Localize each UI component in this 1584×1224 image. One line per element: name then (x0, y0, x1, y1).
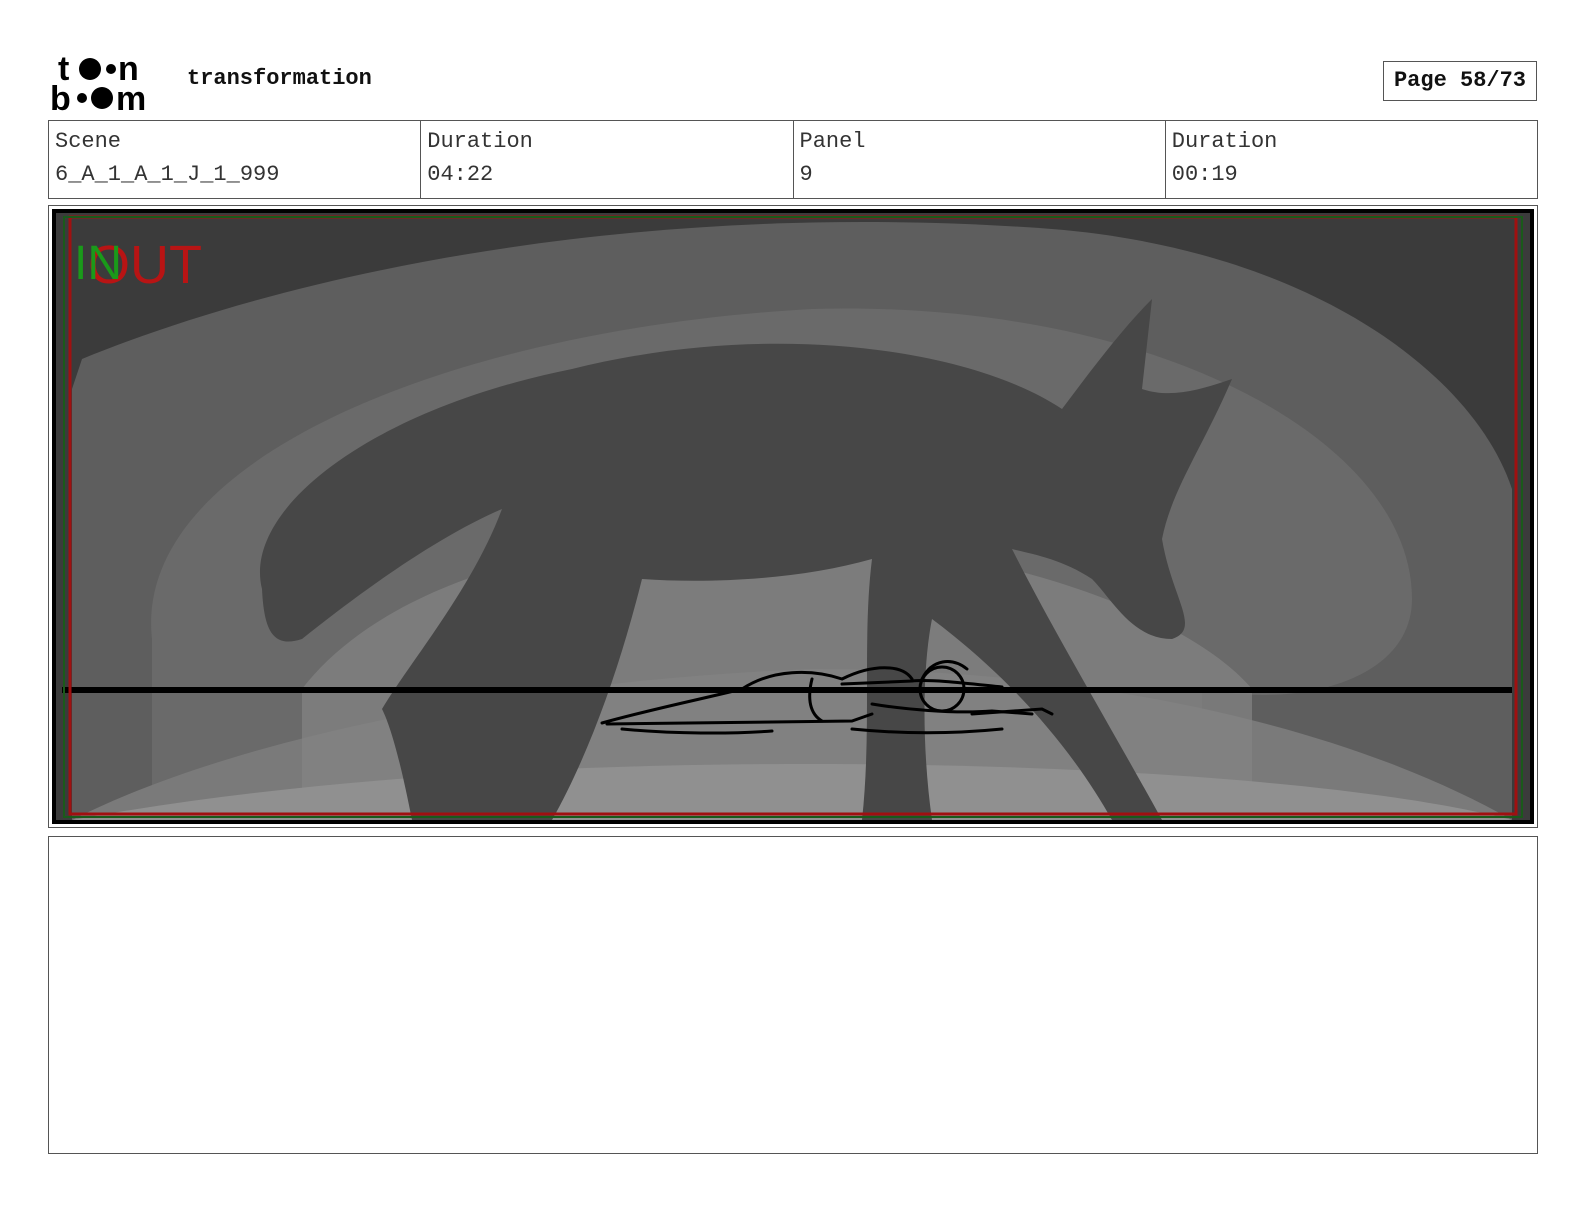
panel-duration-label: Duration (1171, 129, 1278, 154)
svg-text:m: m (116, 80, 146, 112)
svg-text:b: b (50, 80, 71, 112)
panel-duration-value: 00:19 (1171, 162, 1238, 187)
toon-boom-logo: t n b m (50, 50, 146, 112)
panel-label: Panel (799, 129, 866, 154)
in-marker: IN (74, 237, 122, 290)
scene-label: Scene (55, 129, 122, 154)
scene-cell: Scene 6_A_1_A_1_J_1_999 (49, 121, 422, 198)
panel-cell: Panel 9 (794, 121, 1166, 198)
panel-artwork: OUT IN (52, 209, 1534, 824)
page-number: Page 58/73 (1383, 61, 1537, 101)
scene-duration-cell: Duration 04:22 (421, 121, 794, 198)
scene-duration-label: Duration (427, 129, 533, 154)
scene-duration-value: 04:22 (427, 162, 494, 187)
panel-duration-cell: Duration 00:19 (1166, 121, 1537, 198)
notes-area (48, 836, 1538, 1154)
horizon-line (62, 687, 1512, 693)
scene-value: 6_A_1_A_1_J_1_999 (55, 162, 280, 187)
panel-info-table: Scene 6_A_1_A_1_J_1_999 Duration 04:22 P… (48, 120, 1538, 199)
panel-value: 9 (799, 162, 813, 187)
storyboard-panel: OUT IN (48, 205, 1538, 828)
project-title: transformation (187, 66, 372, 91)
